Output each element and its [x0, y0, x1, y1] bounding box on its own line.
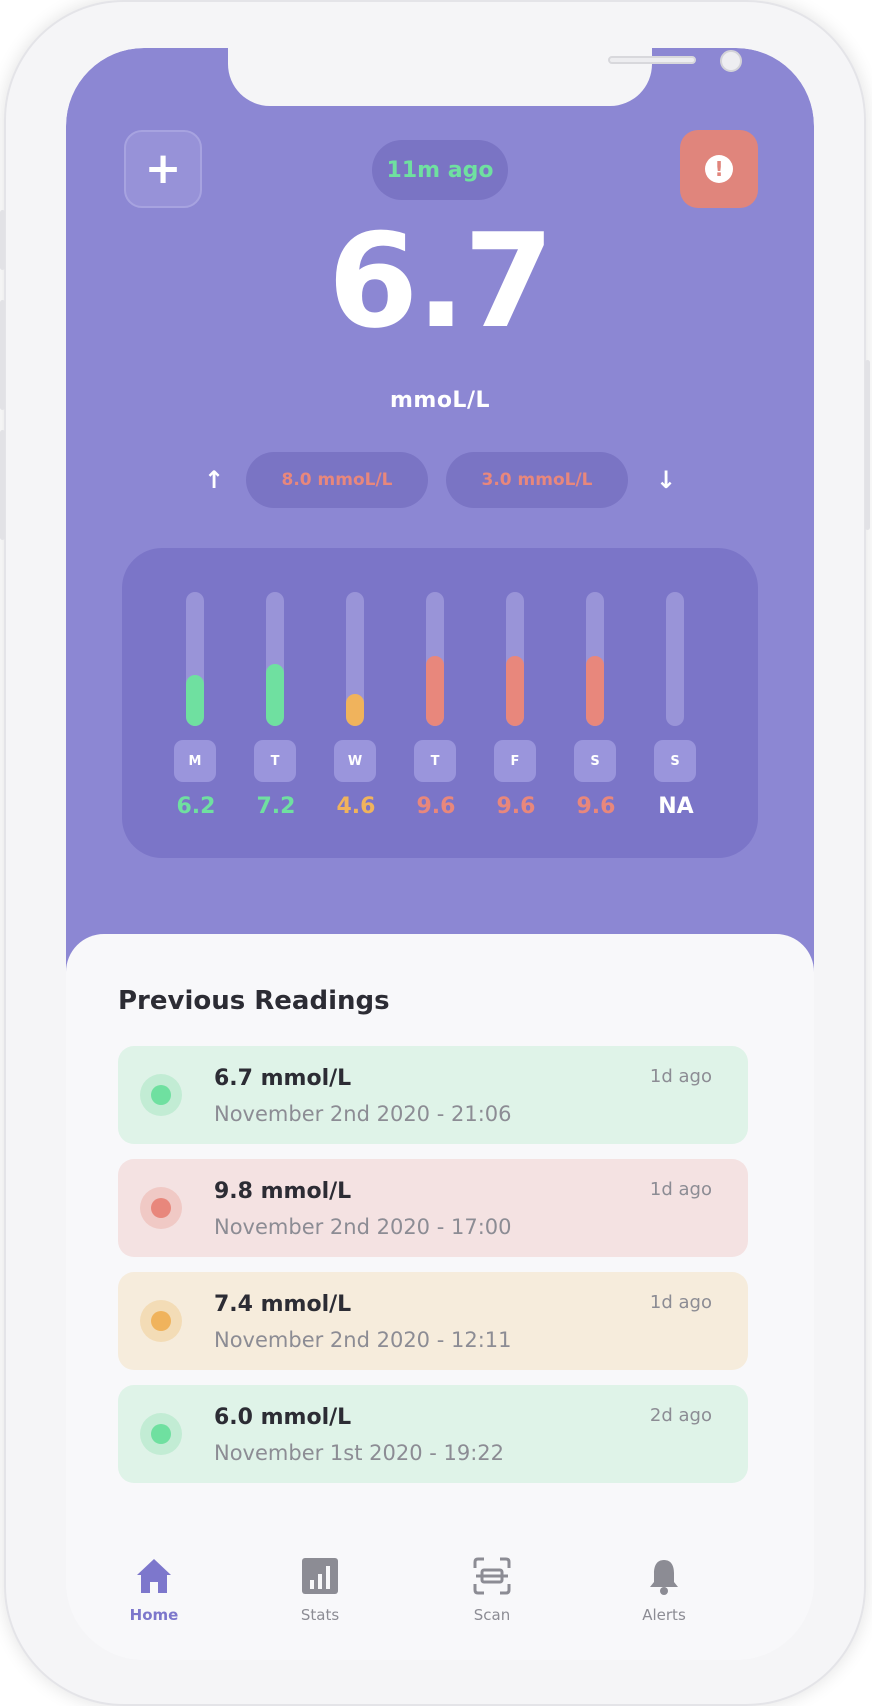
chart-day-label: M [174, 740, 216, 782]
alert-button[interactable]: ! [680, 130, 758, 208]
phone-side-button [0, 430, 5, 540]
reading-value: 6.0 mmol/L [214, 1405, 352, 1430]
tab-label: Scan [473, 1606, 511, 1624]
tab-stats[interactable]: Stats [260, 1556, 380, 1624]
phone-notch [228, 48, 742, 106]
tab-label: Stats [300, 1606, 340, 1624]
chart-day-value: 4.6 [336, 794, 376, 819]
chart-bar-track [666, 592, 684, 726]
plus-icon: + [144, 143, 182, 194]
chart-bar-track [506, 592, 524, 726]
high-threshold-badge: 8.0 mmoL/L [246, 452, 428, 508]
chart-bar-track [266, 592, 284, 726]
app-screen: + 11m ago ! 6.7 mmoL/L ↑ 8.0 mmoL/L 3.0 … [66, 48, 814, 1660]
chart-bar [346, 694, 364, 726]
status-dot-icon [140, 1300, 182, 1342]
chart-day-label: W [334, 740, 376, 782]
status-dot-icon [140, 1187, 182, 1229]
phone-side-button [0, 210, 5, 270]
arrow-up-icon: ↑ [204, 466, 225, 494]
reading-card[interactable]: 6.0 mmol/L November 1st 2020 - 19:22 2d ag… [118, 1385, 748, 1483]
chart-day-label: T [254, 740, 296, 782]
phone-side-button [0, 300, 5, 410]
reading-date: November 2nd 2020 - 21:06 [214, 1102, 512, 1126]
status-dot-icon [140, 1413, 182, 1455]
last-updated-badge: 11m ago [372, 140, 508, 200]
chart-bar [506, 656, 524, 726]
reading-age: 1d ago [649, 1179, 712, 1200]
tab-label: Home [129, 1606, 179, 1624]
tab-home[interactable]: Home [94, 1556, 214, 1624]
chart-day-label: T [414, 740, 456, 782]
chart-day-value: NA [658, 794, 694, 819]
reading-value: 9.8 mmol/L [214, 1179, 352, 1204]
chart-day-value: 9.6 [416, 794, 456, 819]
reading-card[interactable]: 7.4 mmol/L November 2nd 2020 - 12:11 1d ag… [118, 1272, 748, 1370]
reading-value: 6.7 mmol/L [214, 1066, 352, 1091]
chart-bar-track [346, 592, 364, 726]
current-reading: 6.7 [327, 205, 554, 357]
chart-bar [186, 675, 204, 726]
low-threshold-badge: 3.0 mmoL/L [446, 452, 628, 508]
add-reading-button[interactable]: + [124, 130, 202, 208]
reading-date: November 2nd 2020 - 17:00 [214, 1215, 512, 1239]
front-camera [720, 50, 742, 72]
chart-bar [266, 664, 284, 726]
section-title: Previous Readings [118, 986, 390, 1016]
exclamation-icon: ! [705, 155, 733, 183]
reading-unit: mmoL/L [389, 388, 491, 413]
reading-age: 1d ago [649, 1066, 712, 1087]
reading-card[interactable]: 6.7 mmol/L November 2nd 2020 - 21:06 1d ag… [118, 1046, 748, 1144]
chart-bar-track [586, 592, 604, 726]
weekly-chart: M 6.2 T 7.2 W 4.6 T 9.6 F 9.6 S 9.6 S NA [122, 548, 758, 858]
home-icon [134, 1556, 174, 1596]
chart-day-label: S [654, 740, 696, 782]
stats-icon [300, 1556, 340, 1596]
phone-frame: + 11m ago ! 6.7 mmoL/L ↑ 8.0 mmoL/L 3.0 … [0, 0, 870, 1706]
chart-bar [426, 656, 444, 726]
arrow-down-icon: ↓ [656, 466, 677, 494]
reading-value: 7.4 mmol/L [214, 1292, 352, 1317]
reading-date: November 2nd 2020 - 12:11 [214, 1328, 512, 1352]
chart-day-value: 7.2 [256, 794, 296, 819]
reading-age: 2d ago [649, 1405, 712, 1426]
chart-day-value: 9.6 [496, 794, 536, 819]
status-dot-icon [140, 1074, 182, 1116]
chart-day-value: 9.6 [576, 794, 616, 819]
chart-day-label: S [574, 740, 616, 782]
chart-bar-track [426, 592, 444, 726]
speaker-grille [608, 56, 696, 64]
chart-bar [586, 656, 604, 726]
reading-card[interactable]: 9.8 mmol/L November 2nd 2020 - 17:00 1d ag… [118, 1159, 748, 1257]
tab-alerts[interactable]: Alerts [604, 1556, 724, 1624]
glucose-summary-panel: + 11m ago ! 6.7 mmoL/L ↑ 8.0 mmoL/L 3.0 … [66, 48, 814, 1008]
scan-icon [472, 1556, 512, 1596]
phone-side-button [865, 360, 870, 530]
tab-label: Alerts [642, 1606, 686, 1624]
tab-scan[interactable]: Scan [432, 1556, 552, 1624]
chart-day-label: F [494, 740, 536, 782]
bottom-tab-bar: Home Stats Scan Alerts [66, 1534, 814, 1660]
reading-date: November 1st 2020 - 19:22 [214, 1441, 505, 1465]
chart-day-value: 6.2 [176, 794, 216, 819]
chart-bar-track [186, 592, 204, 726]
bell-icon [644, 1556, 684, 1596]
reading-age: 1d ago [649, 1292, 712, 1313]
